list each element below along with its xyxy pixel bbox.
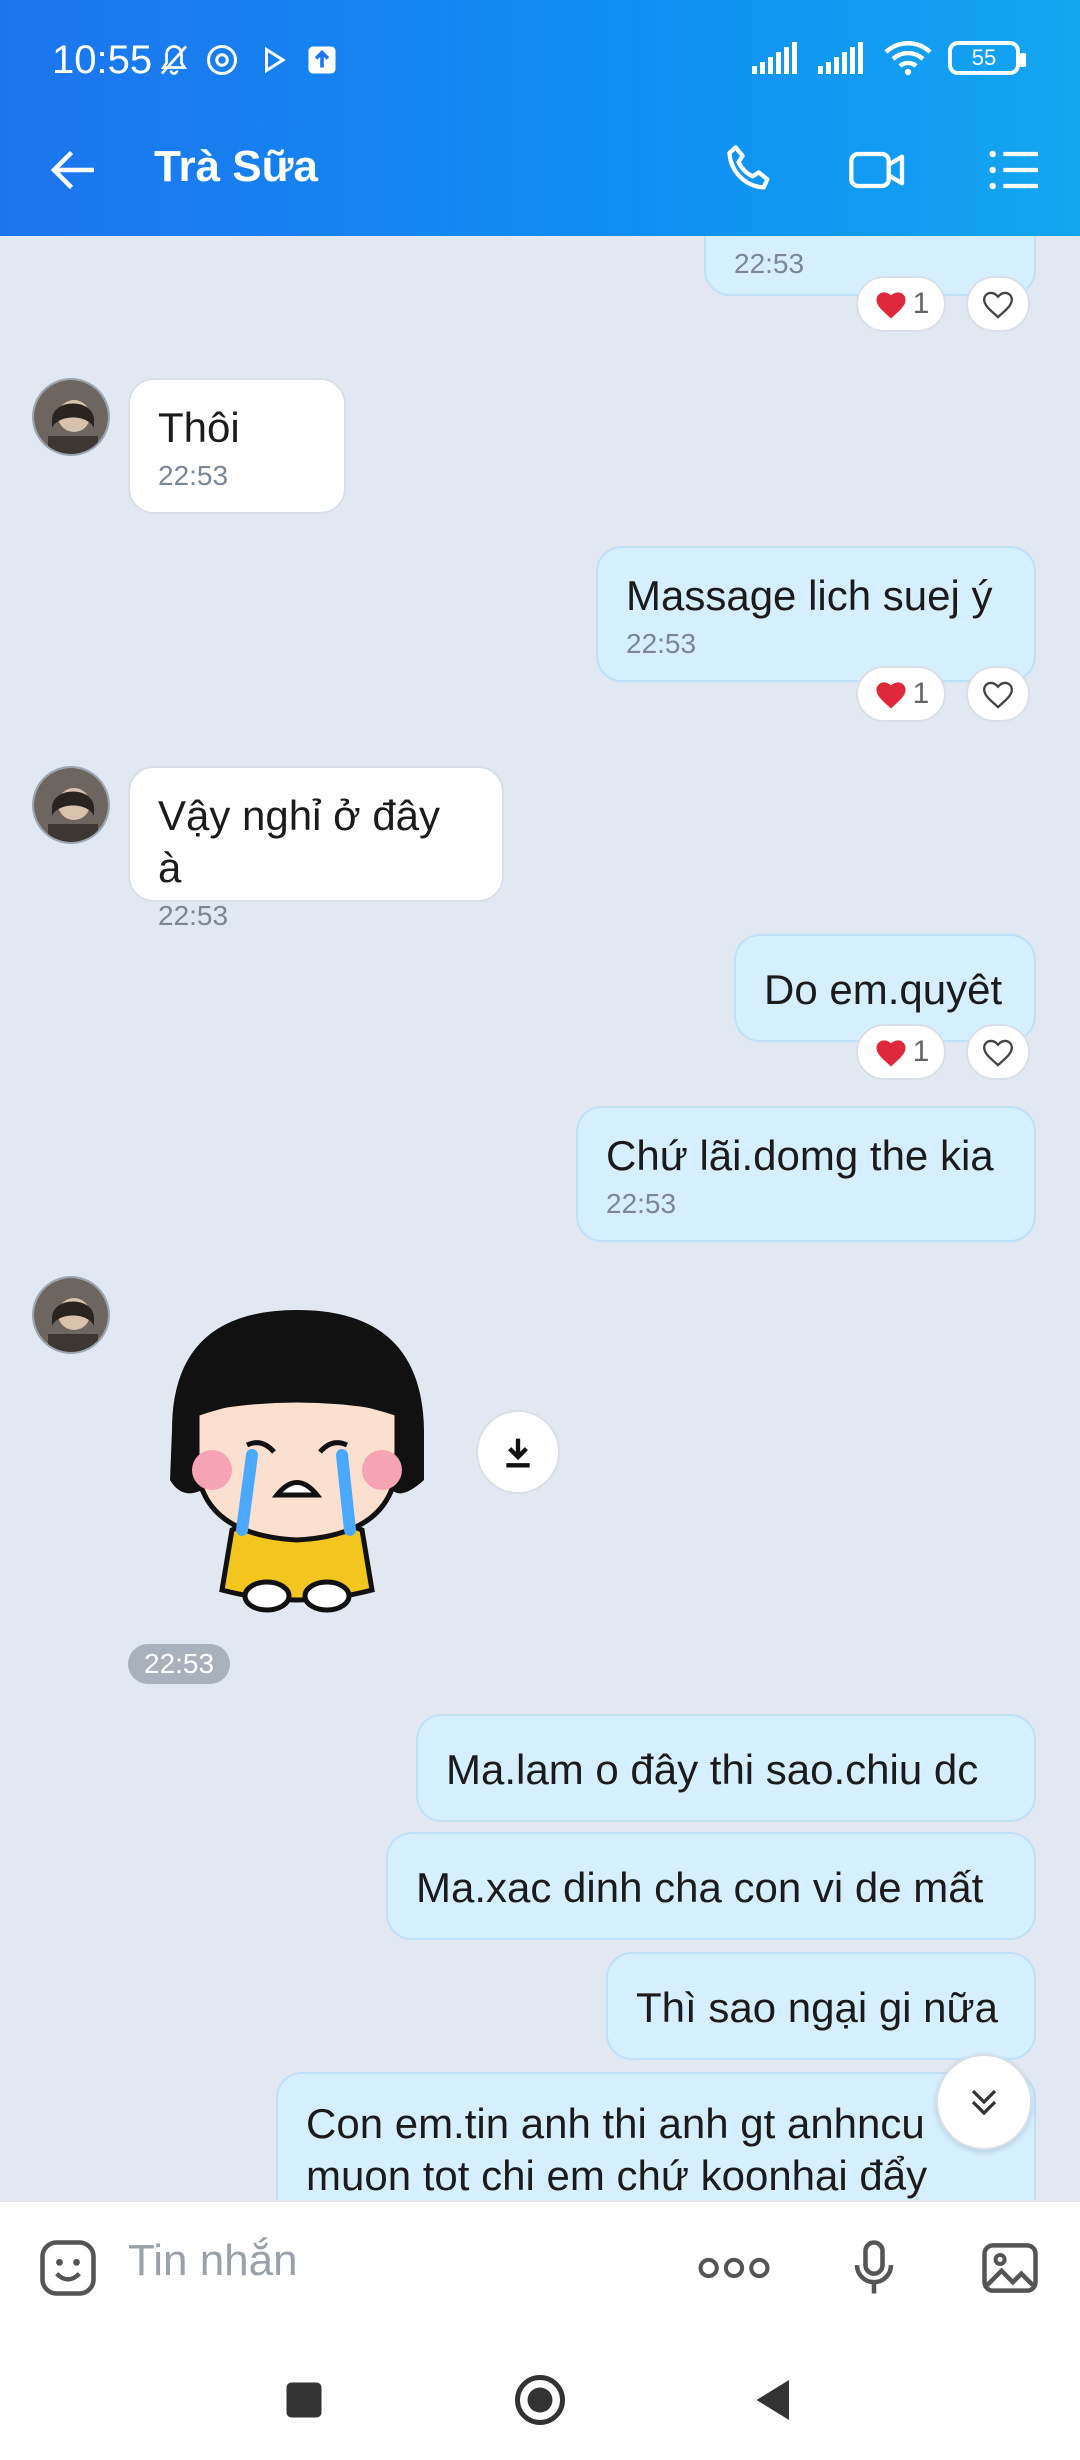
message-time: 22:53 [626, 628, 697, 659]
back-nav-icon[interactable] [744, 2370, 804, 2430]
message-list[interactable]: 22:53 1 Thôi 22:53 Massage lich suej ý 2… [0, 236, 1080, 2200]
avatar-image [34, 768, 108, 842]
sticker-face-icon[interactable] [34, 2234, 102, 2302]
battery-indicator: 55 [948, 41, 1026, 75]
chrome-icon [207, 45, 237, 75]
arrow-left-icon[interactable] [44, 140, 104, 200]
avatar[interactable] [32, 378, 110, 456]
composer-bar: Tin nhắn [0, 2200, 1080, 2330]
reaction-count[interactable]: 1 [856, 1024, 946, 1080]
message-text-line2: muon tot chi em chứ koonhai đẩy [306, 2152, 928, 2199]
react-button[interactable] [966, 1024, 1030, 1080]
message-bubble-outgoing[interactable]: Ma.lam o đây thi sao.chiu dc [416, 1714, 1036, 1822]
battery-level: 55 [971, 45, 997, 70]
heart-icon [983, 1039, 1013, 1067]
double-chevron-down-icon [971, 2089, 997, 2116]
reaction-number: 1 [912, 677, 930, 710]
avatar-image [34, 1278, 108, 1352]
signal-icon-2 [818, 42, 863, 74]
microphone-icon[interactable] [840, 2234, 908, 2302]
reaction-number: 1 [912, 1035, 930, 1068]
image-icon[interactable] [976, 2234, 1044, 2302]
message-text: Massage lich suej ý [626, 572, 993, 619]
message-bubble-incoming[interactable]: Vậy nghỉ ở đây à 22:53 [128, 766, 504, 931]
message-time: 22:53 [158, 900, 229, 931]
more-dots-icon[interactable] [696, 2234, 772, 2302]
recent-apps-icon[interactable] [274, 2370, 334, 2430]
message-time: 22:53 [734, 248, 805, 279]
message-time: 22:53 [158, 460, 229, 491]
reaction-number: 1 [912, 287, 930, 320]
chat-title[interactable]: Trà Sữa [154, 142, 318, 192]
message-text: Thôi [158, 404, 240, 451]
heart-icon [876, 1040, 906, 1067]
sticker-time: 22:53 [128, 1644, 231, 1684]
system-nav-bar [0, 2330, 1080, 2460]
message-text: Vậy nghỉ ở đây à [158, 792, 441, 891]
heart-icon [983, 291, 1013, 319]
message-time: 22:53 [606, 1188, 677, 1219]
status-right: 55 [752, 40, 1026, 76]
avatar[interactable] [32, 766, 110, 844]
top-bar: 10:55 55 Trà Sữa [0, 0, 1080, 236]
phone-icon[interactable] [718, 138, 782, 202]
message-text: Do em.quyêt [764, 966, 1003, 1013]
message-bubble-incoming[interactable]: Thôi 22:53 [128, 378, 346, 514]
chat-header: Trà Sữa [0, 104, 1080, 236]
message-text: Thì sao ngại gi nữa [636, 1984, 999, 2031]
wifi-icon [884, 41, 932, 76]
message-text: Ma.xac dinh cha con vi de mất [416, 1864, 984, 1911]
list-menu-icon[interactable] [982, 138, 1046, 202]
message-text: Ma.lam o đây thi sao.chiu dc [446, 1746, 979, 1793]
avatar-image [34, 380, 108, 454]
message-bubble-outgoing[interactable]: Chứ lãi.domg the kia 22:53 [576, 1106, 1036, 1242]
message-text-line1: Con em.tin anh thi anh gt anhncu [306, 2100, 925, 2147]
upload-notification-icon [308, 46, 336, 74]
home-icon[interactable] [510, 2370, 570, 2430]
message-input[interactable]: Tin nhắn [128, 2236, 298, 2286]
status-bar: 10:55 55 [0, 0, 1080, 104]
heart-icon [876, 292, 906, 319]
message-bubble-outgoing[interactable]: Ma.xac dinh cha con vi de mất [386, 1832, 1036, 1940]
message-text: Chứ lãi.domg the kia [606, 1132, 994, 1179]
react-button[interactable] [966, 276, 1030, 332]
signal-icon [752, 42, 797, 74]
message-bubble-outgoing[interactable]: Thì sao ngại gi nữa [606, 1952, 1036, 2060]
reaction-count[interactable]: 1 [856, 276, 946, 332]
play-store-icon [265, 46, 286, 74]
avatar[interactable] [32, 1276, 110, 1354]
heart-icon [876, 682, 906, 709]
download-button[interactable] [476, 1410, 560, 1494]
message-bubble-outgoing[interactable]: Massage lich suej ý 22:53 [596, 546, 1036, 682]
status-time: 10:55 [52, 38, 153, 82]
scroll-to-bottom-button[interactable] [936, 2054, 1032, 2150]
muted-bell-icon [160, 45, 188, 75]
reaction-count[interactable]: 1 [856, 666, 946, 722]
react-button[interactable] [966, 666, 1030, 722]
crying-girl-sticker[interactable] [152, 1290, 442, 1620]
video-camera-icon[interactable] [846, 138, 910, 202]
heart-icon [983, 681, 1013, 709]
download-icon [506, 1438, 530, 1468]
message-bubble-outgoing[interactable]: Con em.tin anh thi anh gt anhncu muon to… [276, 2072, 1036, 2200]
